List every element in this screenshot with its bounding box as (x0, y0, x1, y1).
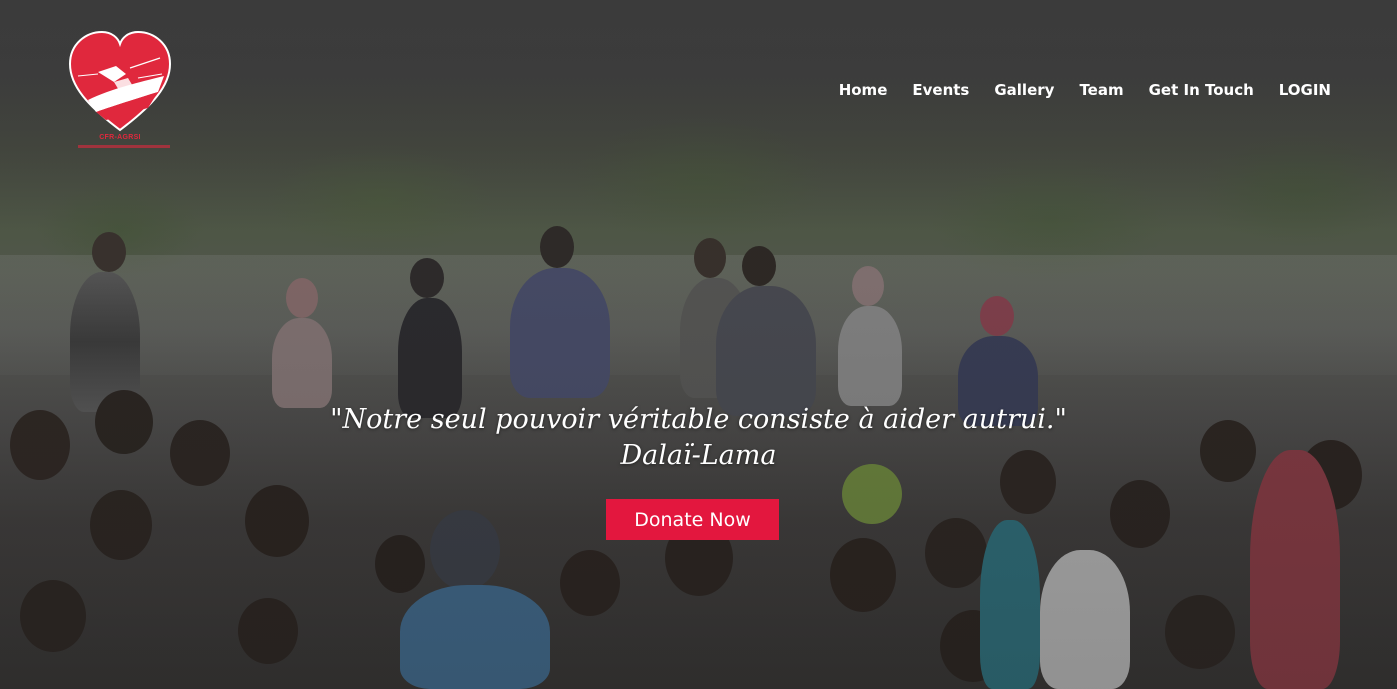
quote-text: "Notre seul pouvoir véritable consiste à… (330, 404, 1067, 435)
nav-events[interactable]: Events (912, 80, 969, 100)
donate-now-button[interactable]: Donate Now (606, 499, 779, 540)
nav-home[interactable]: Home (839, 80, 888, 100)
heart-logo-icon (68, 30, 172, 132)
nav-login[interactable]: LOGIN (1279, 80, 1331, 100)
hero-overlay (0, 0, 1397, 689)
site-logo[interactable]: CFR-AGRSI (68, 28, 172, 154)
nav-team[interactable]: Team (1079, 80, 1123, 100)
logo-text: CFR-AGRSI (99, 134, 141, 141)
main-nav: Home Events Gallery Team Get In Touch LO… (814, 80, 1331, 100)
quote-author: Dalaï-Lama (620, 440, 777, 471)
nav-get-in-touch[interactable]: Get In Touch (1149, 80, 1254, 100)
nav-gallery[interactable]: Gallery (994, 80, 1054, 100)
logo-underline (78, 145, 170, 148)
hero-section: CFR-AGRSI Home Events Gallery Team Get I… (0, 0, 1397, 689)
hero-quote: "Notre seul pouvoir véritable consiste à… (0, 402, 1397, 474)
